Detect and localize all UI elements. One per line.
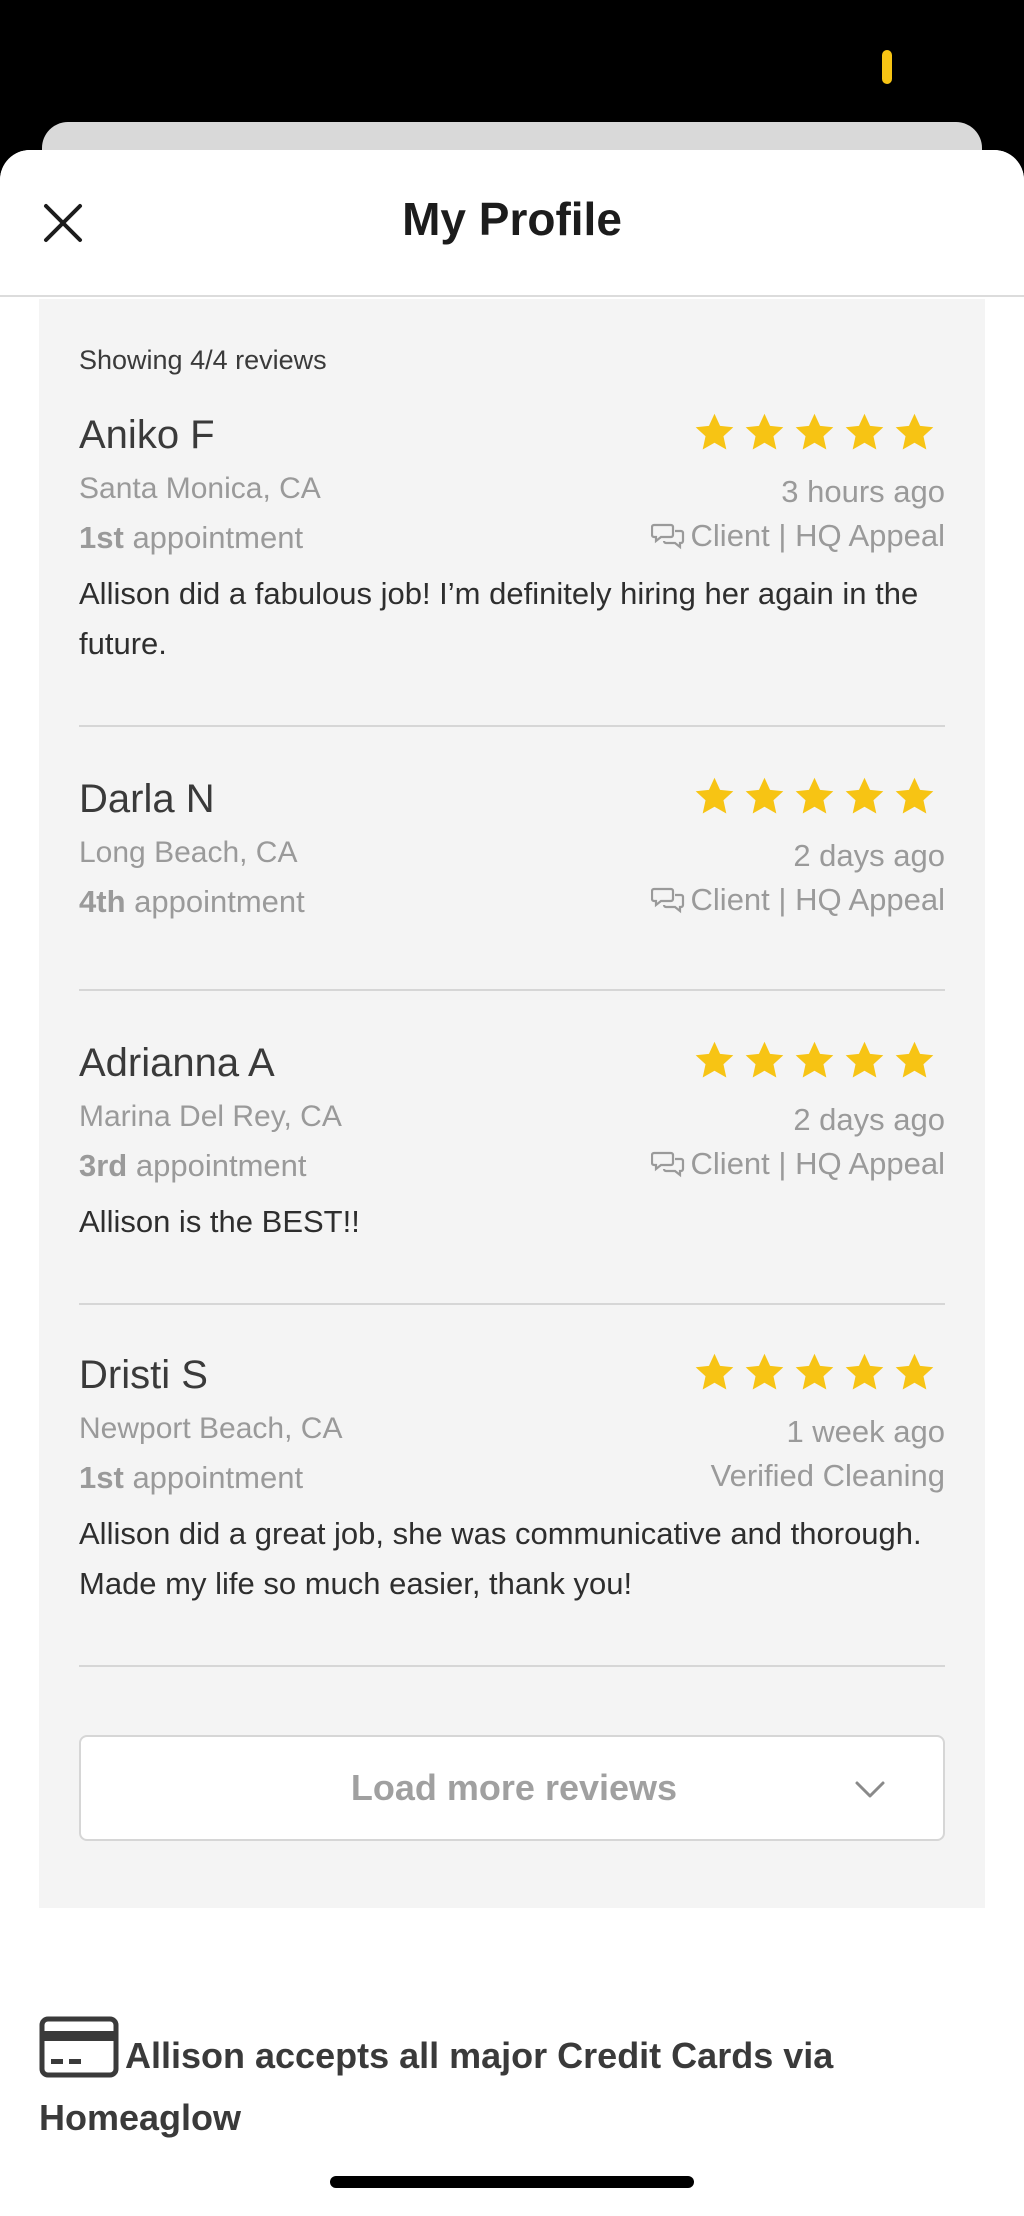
star-rating	[692, 1351, 937, 1394]
review-text: Allison is the BEST!!	[79, 1204, 360, 1239]
sheet-header: My Profile	[0, 150, 1024, 297]
appointment-count: 1st appointment	[79, 519, 303, 557]
reviews-count: Showing 4/4 reviews	[79, 345, 327, 375]
credit-card-icon	[39, 2016, 119, 2078]
star-icon	[695, 1353, 734, 1390]
reviewer-name: Adrianna A	[79, 1041, 275, 1085]
reviewer-name: Darla N	[79, 777, 215, 821]
appointment-ordinal: 4th	[79, 884, 126, 919]
review-source-label: Client | HQ Appeal	[690, 518, 945, 553]
star-icon	[745, 1353, 784, 1390]
payment-text: Allison accepts all major Credit Cards v…	[39, 2035, 834, 2138]
star-icon	[745, 1041, 784, 1078]
profile-sheet: My Profile Showing 4/4 reviews Aniko F S…	[0, 150, 1024, 2216]
review-item: Darla N Long Beach, CA 2 days ago 4th ap…	[79, 775, 945, 991]
star-rating	[692, 1039, 937, 1082]
status-indicator-icon	[882, 50, 892, 84]
star-icon	[795, 777, 834, 814]
chat-bubbles-icon	[650, 1151, 684, 1178]
review-text: Allison did a great job, she was communi…	[79, 1516, 922, 1601]
review-source-label: Client | HQ Appeal	[690, 882, 945, 917]
star-icon	[795, 1041, 834, 1078]
review-source: Client | HQ Appeal	[650, 881, 945, 919]
review-source-label: Client | HQ Appeal	[690, 1146, 945, 1181]
review-time: 2 days ago	[793, 838, 945, 873]
star-icon	[795, 413, 834, 450]
appointment-ordinal: 3rd	[79, 1148, 128, 1183]
star-icon	[695, 777, 734, 814]
home-indicator[interactable]	[330, 2176, 694, 2188]
star-icon	[745, 413, 784, 450]
appointment-label: appointment	[134, 884, 305, 919]
star-icon	[695, 413, 734, 450]
star-icon	[845, 777, 884, 814]
reviewer-name: Dristi S	[79, 1353, 208, 1397]
star-icon	[695, 1041, 734, 1078]
reviewer-city: Long Beach, CA	[79, 836, 298, 869]
review-time: 1 week ago	[786, 1414, 945, 1449]
appointment-label: appointment	[135, 1148, 307, 1183]
appointment-ordinal: 1st	[79, 520, 124, 555]
appointment-label: appointment	[132, 1460, 304, 1495]
star-icon	[895, 1353, 934, 1390]
reviewer-city: Santa Monica, CA	[79, 472, 321, 505]
star-rating	[692, 411, 937, 454]
review-source: Verified Cleaning	[711, 1457, 945, 1495]
star-icon	[895, 1041, 934, 1078]
star-icon	[745, 777, 784, 814]
reviewer-city: Newport Beach, CA	[79, 1412, 343, 1445]
chat-bubbles-icon	[650, 887, 684, 914]
chevron-down-icon	[855, 1781, 885, 1798]
review-source-label: Verified Cleaning	[710, 1458, 945, 1493]
star-icon	[795, 1353, 834, 1390]
appointment-count: 4th appointment	[79, 883, 305, 921]
payment-info: Allison accepts all major Credit Cards v…	[39, 2016, 985, 2149]
star-icon	[895, 413, 934, 450]
star-icon	[895, 777, 934, 814]
review-text: Allison did a fabulous job! I’m definite…	[79, 576, 919, 661]
star-icon	[845, 1041, 884, 1078]
star-rating	[692, 775, 937, 818]
review-item: Dristi S Newport Beach, CA 1 week ago 1s…	[79, 1351, 945, 1667]
appointment-label: appointment	[132, 520, 304, 555]
review-time: 3 hours ago	[781, 474, 945, 509]
load-more-label: Load more reviews	[350, 1767, 678, 1808]
review-time: 2 days ago	[793, 1102, 945, 1137]
review-source: Client | HQ Appeal	[650, 1145, 945, 1183]
reviewer-city: Marina Del Rey, CA	[79, 1100, 342, 1133]
load-more-button[interactable]: Load more reviews	[79, 1735, 945, 1841]
page-title: My Profile	[402, 193, 622, 245]
review-item: Aniko F Santa Monica, CA 3 hours ago 1st…	[79, 411, 945, 727]
reviewer-name: Aniko F	[79, 413, 215, 457]
appointment-count: 3rd appointment	[79, 1147, 307, 1185]
star-icon	[845, 1353, 884, 1390]
review-item: Adrianna A Marina Del Rey, CA 2 days ago…	[79, 1039, 945, 1305]
reviews-panel: Showing 4/4 reviews Aniko F Santa Monica…	[39, 299, 985, 1908]
review-source: Client | HQ Appeal	[650, 517, 945, 555]
star-icon	[845, 413, 884, 450]
chat-bubbles-icon	[650, 523, 684, 550]
appointment-ordinal: 1st	[79, 1460, 124, 1495]
appointment-count: 1st appointment	[79, 1459, 303, 1497]
